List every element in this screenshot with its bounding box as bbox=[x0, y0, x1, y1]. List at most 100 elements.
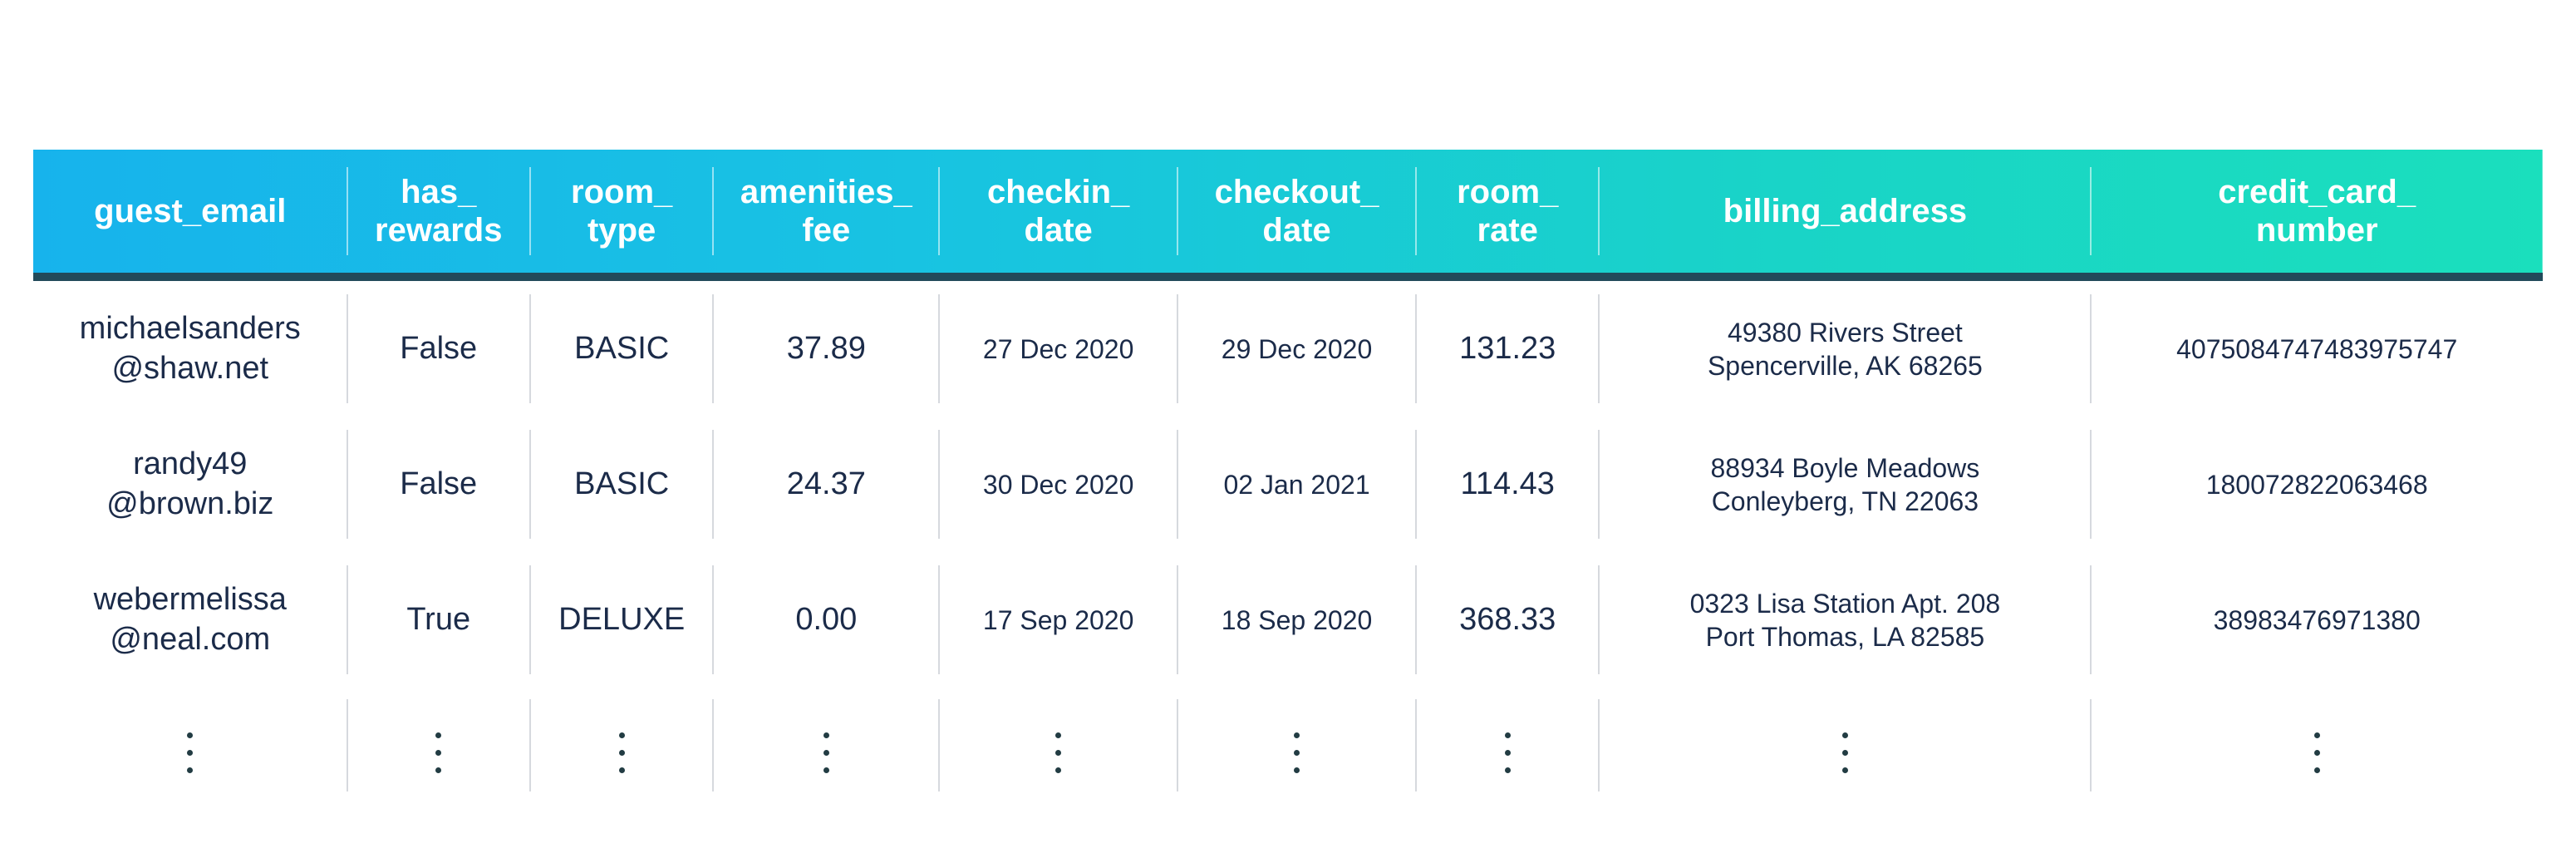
ellipsis-icon bbox=[619, 732, 625, 773]
cell-line2: @shaw.net bbox=[42, 349, 339, 389]
cell-cc-number: 180072822063468 bbox=[2091, 417, 2543, 552]
header-text-l1: checkout_ bbox=[1215, 174, 1379, 210]
header-text-l2: rate bbox=[1477, 212, 1538, 249]
table-header: guest_email has_ rewards room_ type amen… bbox=[33, 150, 2543, 277]
cell-checkout-date: 02 Jan 2021 bbox=[1177, 417, 1416, 552]
ellipsis-cell bbox=[1177, 688, 1416, 803]
header-text-l2: fee bbox=[802, 212, 850, 249]
col-has-rewards: has_ rewards bbox=[347, 150, 530, 277]
cell-value: 38983476971380 bbox=[2214, 605, 2421, 635]
cell-cc-number: 4075084747483975747 bbox=[2091, 277, 2543, 417]
cell-value: 29 Dec 2020 bbox=[1222, 334, 1372, 364]
cell-value: 4075084747483975747 bbox=[2176, 334, 2457, 364]
header-text-l2: number bbox=[2256, 212, 2378, 249]
header-text-l1: has_ bbox=[401, 174, 476, 210]
cell-checkin-date: 17 Sep 2020 bbox=[939, 552, 1177, 688]
header-text: guest_email bbox=[94, 193, 286, 229]
cell-billing-address: 49380 Rivers Street Spencerville, AK 682… bbox=[1599, 277, 2091, 417]
ellipsis-cell bbox=[33, 688, 347, 803]
cell-value: 27 Dec 2020 bbox=[983, 334, 1133, 364]
cell-value: 0.00 bbox=[795, 602, 857, 637]
ellipsis-cell bbox=[939, 688, 1177, 803]
cell-line2: Port Thomas, LA 82585 bbox=[1607, 620, 2082, 653]
cell-room-rate: 131.23 bbox=[1416, 277, 1599, 417]
ellipsis-cell bbox=[2091, 688, 2543, 803]
header-text-l2: type bbox=[587, 212, 656, 249]
cell-line2: @brown.biz bbox=[42, 485, 339, 525]
ellipsis-cell bbox=[1416, 688, 1599, 803]
cell-value: 131.23 bbox=[1459, 331, 1556, 366]
ellipsis-icon bbox=[435, 732, 441, 773]
cell-billing-address: 88934 Boyle Meadows Conleyberg, TN 22063 bbox=[1599, 417, 2091, 552]
col-credit-card-number: credit_card_ number bbox=[2091, 150, 2543, 277]
cell-value: 18 Sep 2020 bbox=[1222, 605, 1373, 635]
ellipsis-row bbox=[33, 688, 2543, 803]
cell-line1: michaelsanders bbox=[42, 309, 339, 349]
cell-line1: 49380 Rivers Street bbox=[1607, 316, 2082, 349]
cell-line2: Spencerville, AK 68265 bbox=[1607, 349, 2082, 382]
ellipsis-icon bbox=[2314, 732, 2320, 773]
ellipsis-icon bbox=[1294, 732, 1300, 773]
cell-has-rewards: False bbox=[347, 277, 530, 417]
header-text-l1: room_ bbox=[571, 174, 672, 210]
cell-value: 30 Dec 2020 bbox=[983, 470, 1133, 500]
header-text-l2: date bbox=[1025, 212, 1093, 249]
cell-value: 368.33 bbox=[1459, 602, 1556, 637]
cell-line2: Conleyberg, TN 22063 bbox=[1607, 485, 2082, 518]
cell-value: 02 Jan 2021 bbox=[1223, 470, 1369, 500]
cell-value: 37.89 bbox=[787, 331, 866, 366]
ellipsis-cell bbox=[713, 688, 939, 803]
cell-value: 24.37 bbox=[787, 466, 866, 501]
table-row: randy49 @brown.biz False BASIC 24.37 30 … bbox=[33, 417, 2543, 552]
cell-room-type: BASIC bbox=[530, 417, 713, 552]
cell-value: True bbox=[406, 602, 470, 637]
cell-guest-email: michaelsanders @shaw.net bbox=[33, 277, 347, 417]
cell-guest-email: randy49 @brown.biz bbox=[33, 417, 347, 552]
cell-cc-number: 38983476971380 bbox=[2091, 552, 2543, 688]
cell-value: DELUXE bbox=[558, 602, 685, 637]
cell-room-rate: 114.43 bbox=[1416, 417, 1599, 552]
table-row: michaelsanders @shaw.net False BASIC 37.… bbox=[33, 277, 2543, 417]
cell-value: 180072822063468 bbox=[2206, 470, 2428, 500]
header-text: billing_address bbox=[1723, 193, 1967, 229]
cell-amenities-fee: 24.37 bbox=[713, 417, 939, 552]
cell-line1: webermelissa bbox=[42, 580, 339, 620]
col-checkout-date: checkout_ date bbox=[1177, 150, 1416, 277]
cell-value: BASIC bbox=[574, 331, 669, 366]
ellipsis-cell bbox=[1599, 688, 2091, 803]
cell-value: 114.43 bbox=[1461, 466, 1555, 501]
ellipsis-icon bbox=[1055, 732, 1061, 773]
cell-value: False bbox=[400, 466, 477, 501]
cell-line1: 0323 Lisa Station Apt. 208 bbox=[1607, 587, 2082, 620]
cell-room-rate: 368.33 bbox=[1416, 552, 1599, 688]
cell-line2: @neal.com bbox=[42, 620, 339, 660]
cell-amenities-fee: 37.89 bbox=[713, 277, 939, 417]
ellipsis-cell bbox=[530, 688, 713, 803]
data-table: guest_email has_ rewards room_ type amen… bbox=[33, 150, 2543, 803]
cell-checkin-date: 27 Dec 2020 bbox=[939, 277, 1177, 417]
cell-has-rewards: True bbox=[347, 552, 530, 688]
col-checkin-date: checkin_ date bbox=[939, 150, 1177, 277]
cell-guest-email: webermelissa @neal.com bbox=[33, 552, 347, 688]
cell-line1: randy49 bbox=[42, 445, 339, 485]
col-room-type: room_ type bbox=[530, 150, 713, 277]
table-row: webermelissa @neal.com True DELUXE 0.00 … bbox=[33, 552, 2543, 688]
header-row: guest_email has_ rewards room_ type amen… bbox=[33, 150, 2543, 277]
cell-has-rewards: False bbox=[347, 417, 530, 552]
cell-amenities-fee: 0.00 bbox=[713, 552, 939, 688]
ellipsis-cell bbox=[347, 688, 530, 803]
cell-room-type: DELUXE bbox=[530, 552, 713, 688]
ellipsis-icon bbox=[1505, 732, 1511, 773]
cell-line1: 88934 Boyle Meadows bbox=[1607, 451, 2082, 485]
col-billing-address: billing_address bbox=[1599, 150, 2091, 277]
cell-room-type: BASIC bbox=[530, 277, 713, 417]
header-text-l1: amenities_ bbox=[740, 174, 912, 210]
header-text-l2: rewards bbox=[375, 212, 502, 249]
cell-billing-address: 0323 Lisa Station Apt. 208 Port Thomas, … bbox=[1599, 552, 2091, 688]
header-text-l2: date bbox=[1262, 212, 1330, 249]
table-body: michaelsanders @shaw.net False BASIC 37.… bbox=[33, 277, 2543, 803]
cell-value: BASIC bbox=[574, 466, 669, 501]
ellipsis-icon bbox=[187, 732, 193, 773]
col-guest-email: guest_email bbox=[33, 150, 347, 277]
cell-checkin-date: 30 Dec 2020 bbox=[939, 417, 1177, 552]
